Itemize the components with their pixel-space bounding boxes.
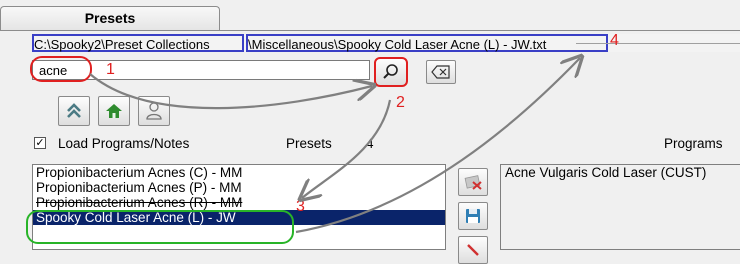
path-folder-segment: C:\Spooky2\Preset Collections — [32, 34, 244, 52]
load-programs-checkbox[interactable]: ✓ — [34, 137, 46, 149]
list-item[interactable]: Acne Vulgaris Cold Laser (CUST) — [505, 165, 740, 180]
list-item[interactable]: Propionibacterium Acnes (R) - MM — [33, 195, 445, 210]
presets-list[interactable]: Propionibacterium Acnes (C) - MM Propion… — [32, 164, 446, 250]
remove-icon — [464, 175, 482, 190]
backspace-icon — [431, 65, 450, 79]
magnifier-icon — [383, 64, 398, 79]
home-button[interactable] — [98, 96, 130, 126]
annotation-number-3: 3 — [296, 198, 305, 215]
presets-count: 4 — [366, 136, 374, 151]
list-item[interactable]: Propionibacterium Acnes (C) - MM — [33, 165, 445, 180]
tab-presets[interactable]: Presets — [0, 6, 220, 31]
programs-label: Programs — [664, 136, 723, 151]
clear-search-button[interactable] — [426, 60, 456, 84]
person-icon — [146, 102, 162, 120]
remove-preset-button[interactable] — [458, 168, 488, 196]
delete-preset-button[interactable] — [458, 236, 488, 264]
floppy-disk-icon — [466, 209, 480, 223]
presets-label: Presets — [286, 136, 332, 151]
double-chevron-up-icon — [67, 103, 81, 118]
save-preset-button[interactable] — [458, 202, 488, 230]
search-input[interactable] — [32, 60, 370, 80]
path-file-segment: \Miscellaneous\Spooky Cold Laser Acne (L… — [246, 34, 608, 52]
red-action-icon — [467, 244, 479, 256]
list-item[interactable]: Propionibacterium Acnes (P) - MM — [33, 180, 445, 195]
load-programs-label: Load Programs/Notes — [58, 136, 190, 151]
path-divider-line — [576, 43, 740, 44]
annotation-number-2: 2 — [396, 94, 405, 111]
search-button[interactable] — [374, 57, 408, 87]
annotation-number-1: 1 — [106, 61, 115, 78]
user-presets-button[interactable] — [138, 96, 170, 126]
up-folder-button[interactable] — [58, 96, 90, 126]
home-icon — [106, 104, 122, 118]
list-item-selected[interactable]: Spooky Cold Laser Acne (L) - JW — [33, 210, 445, 225]
programs-list[interactable]: Acne Vulgaris Cold Laser (CUST) — [500, 164, 740, 250]
annotation-number-4: 4 — [610, 32, 619, 49]
